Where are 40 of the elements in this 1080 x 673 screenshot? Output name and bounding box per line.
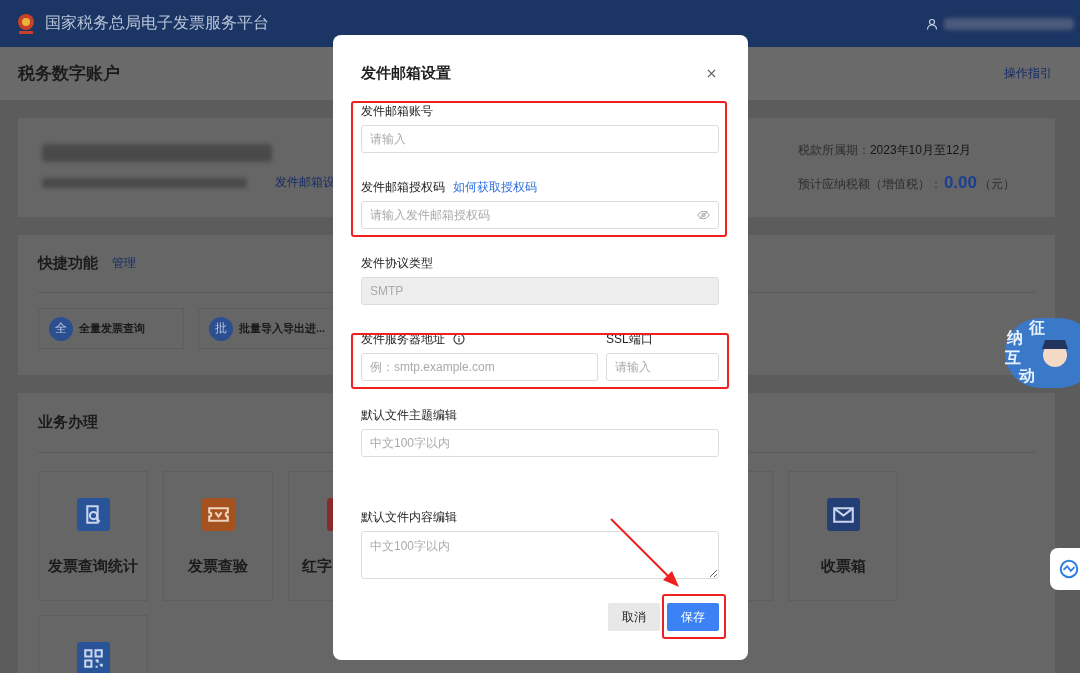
info-icon[interactable] <box>453 333 465 345</box>
user-icon[interactable] <box>926 17 938 30</box>
input-field[interactable]: 请输入 <box>606 353 719 381</box>
input-field[interactable]: 例：smtp.example.com <box>361 353 599 381</box>
page-title: 税务数字账户 <box>18 63 120 85</box>
manage-link[interactable]: 管理 <box>112 255 136 272</box>
annotation-arrow <box>609 517 681 589</box>
service-tile[interactable]: 收票箱 <box>788 471 898 601</box>
service-tile[interactable]: 发票查询统计 <box>38 471 148 601</box>
field-label: 发件邮箱授权码 <box>361 178 445 196</box>
field-label: 发件协议类型 <box>361 254 433 272</box>
field-label: 默认文件主题编辑 <box>361 406 457 424</box>
mascot-badge[interactable]: 征 纳 互 动 <box>1005 318 1080 388</box>
cancel-button[interactable]: 取消 <box>608 603 660 631</box>
input-field[interactable]: 请输入 <box>361 125 719 153</box>
input-field[interactable]: 中文100字以内 <box>361 429 719 457</box>
section-title: 快捷功能 <box>38 254 98 273</box>
quick-function-item[interactable]: 全 全量发票查询 <box>38 308 184 349</box>
ticket-icon <box>201 498 235 531</box>
help-link[interactable]: 如何获取授权码 <box>453 178 537 196</box>
envelope-icon <box>826 498 860 531</box>
tax-amount: 0.00 <box>943 173 977 193</box>
service-tile[interactable]: 发票查验 <box>163 471 273 601</box>
field-label: 默认文件内容编辑 <box>361 508 457 526</box>
section-title: 业务办理 <box>38 413 98 432</box>
highlight-frame <box>662 594 726 639</box>
side-float-button[interactable] <box>1050 548 1080 590</box>
document-search-icon <box>76 498 110 531</box>
textarea-field[interactable]: 中文100字以内 <box>361 531 719 579</box>
field-label: 发件邮箱账号 <box>361 102 433 120</box>
platform-title: 国家税务总局电子发票服务平台 <box>45 13 269 33</box>
period-value: 2023年10月至12月 <box>869 143 972 157</box>
close-icon[interactable] <box>707 68 716 78</box>
save-button[interactable]: 保存 <box>667 603 719 631</box>
input-field[interactable]: 请输入发件邮箱授权码 <box>361 201 719 229</box>
mail-settings-link[interactable]: 发件邮箱设 <box>275 174 335 191</box>
swirl-icon <box>1058 558 1080 580</box>
guide-link[interactable]: 操作指引 <box>1004 65 1052 82</box>
qr-code-icon <box>76 642 110 673</box>
dialog-title: 发件邮箱设置 <box>361 63 451 83</box>
